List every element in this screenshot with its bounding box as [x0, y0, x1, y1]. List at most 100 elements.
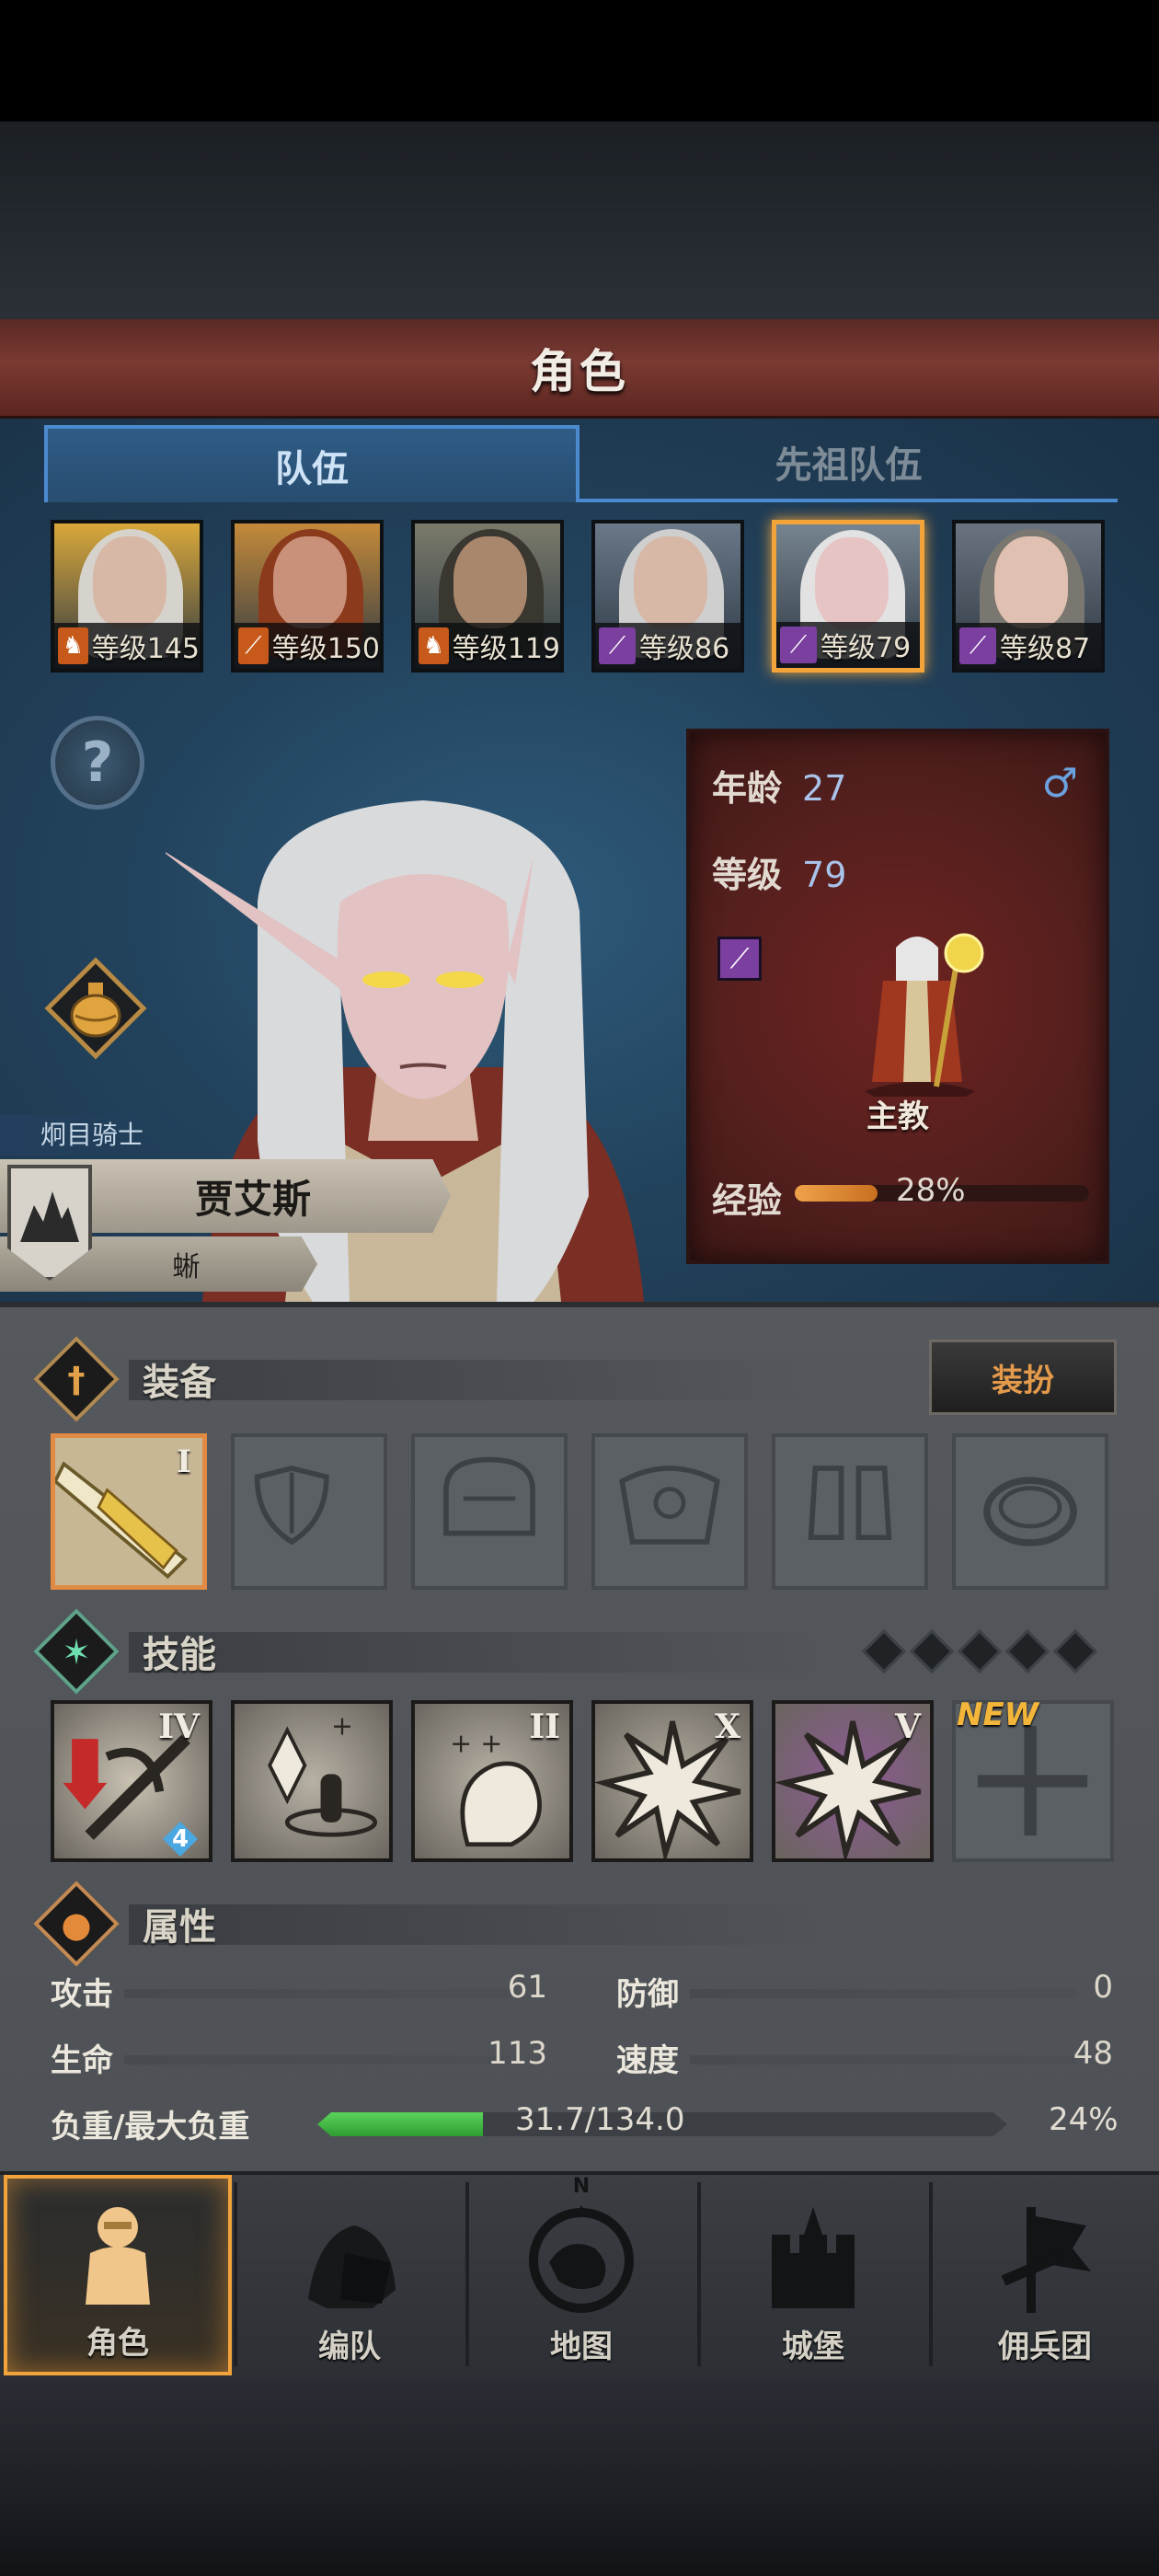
- portrait-level-strip: ♞ 等级119: [415, 623, 560, 669]
- portrait-level-strip: ⟋ 等级87: [956, 623, 1101, 669]
- armor-slot[interactable]: [591, 1433, 748, 1590]
- dagger-icon: †: [67, 1360, 86, 1400]
- roster-portrait[interactable]: ⟋ 等级150: [231, 520, 384, 673]
- portrait-level: 等级119: [452, 633, 560, 665]
- equipment-title: 装备: [143, 1362, 216, 1404]
- skill-slot[interactable]: IV 4: [51, 1700, 212, 1862]
- roster-portrait[interactable]: ♞ 等级145: [51, 520, 203, 673]
- slot-tier: I: [177, 1443, 191, 1480]
- speed-value: 48: [1073, 2035, 1113, 2072]
- skill-gem-icon: [1052, 1628, 1098, 1674]
- skill-slot[interactable]: +: [231, 1700, 393, 1862]
- nav-divider: [234, 2182, 237, 2366]
- portrait-level-strip: ♞ 等级145: [54, 623, 200, 669]
- info-card: 年龄 27 ♂ 等级 79 ⟋ 主教 经验 28%: [686, 729, 1109, 1264]
- nav-divider: [697, 2182, 701, 2366]
- new-badge: NEW: [957, 1696, 1039, 1733]
- dress-button[interactable]: 装扮: [929, 1340, 1117, 1415]
- castle-icon: [772, 2207, 855, 2308]
- roster-portrait[interactable]: ⟋ 等级79: [772, 520, 924, 673]
- nav-banner[interactable]: 佣兵团: [931, 2175, 1159, 2375]
- page-title: 角色: [530, 344, 629, 398]
- nav-divider: [929, 2182, 933, 2366]
- xp-label: 经验: [712, 1180, 783, 1221]
- male-gender-icon: ♂: [1041, 760, 1078, 807]
- staff-class-icon: ⟋: [717, 937, 762, 981]
- title-bar: 角色: [0, 319, 1159, 419]
- attack-value: 61: [507, 1969, 547, 2006]
- tab-ancestor-team[interactable]: 先祖队伍: [580, 425, 1118, 502]
- portrait-face: [93, 536, 166, 628]
- armor-icon: [619, 1466, 720, 1545]
- boots-icon: [808, 1466, 892, 1541]
- staff-icon: ⟋: [599, 627, 636, 664]
- nav-label: 地图: [550, 2329, 613, 2365]
- tab-team-label: 队伍: [275, 448, 349, 490]
- compass-north-label: N: [572, 2175, 591, 2198]
- nav-castle[interactable]: 城堡: [699, 2175, 927, 2375]
- staff-icon: ⟋: [959, 627, 996, 664]
- weight-row: 负重/最大负重: [51, 2101, 308, 2145]
- nav-label: 角色: [86, 2325, 149, 2362]
- potion-button[interactable]: [44, 957, 147, 1060]
- portrait-level: 等级87: [1000, 633, 1091, 665]
- job-label: 主教: [866, 1098, 929, 1135]
- portrait-level: 等级86: [639, 633, 730, 665]
- help-button[interactable]: ?: [51, 716, 144, 810]
- age-value: 27: [802, 768, 847, 809]
- level-label: 等级: [712, 855, 783, 895]
- boots-slot[interactable]: [772, 1433, 928, 1590]
- roster-row: ♞ 等级145 ⟋ 等级150 ♞ 等级119 ⟋ 等级86 ⟋ 等级79 ⟋ 等级87: [51, 520, 1108, 674]
- skill-tier: IV: [158, 1708, 200, 1746]
- shield-slot[interactable]: [231, 1433, 387, 1590]
- skill-slot[interactable]: V: [772, 1700, 934, 1862]
- nav-helmet-shield[interactable]: 编队: [235, 2175, 464, 2375]
- weapon-slot[interactable]: I: [51, 1433, 207, 1590]
- helmet-icon: [443, 1456, 535, 1536]
- defense-label: 防御: [616, 1976, 679, 2013]
- speed-label: 速度: [616, 2042, 679, 2079]
- roster-portrait[interactable]: ⟋ 等级87: [952, 520, 1105, 673]
- question-icon: ?: [81, 730, 114, 795]
- tab-team[interactable]: 队伍: [44, 425, 580, 502]
- skill-gem-icon: [957, 1628, 1003, 1674]
- person-icon: ●: [61, 1904, 92, 1945]
- age-row: 年龄 27: [712, 760, 846, 811]
- attributes-title: 属性: [143, 1906, 216, 1949]
- roster-portrait[interactable]: ♞ 等级119: [411, 520, 564, 673]
- attack-row: 攻击 61: [51, 1969, 547, 2013]
- portrait-face: [634, 536, 707, 628]
- skills-title: 技能: [143, 1634, 216, 1676]
- ring-slot[interactable]: [952, 1433, 1108, 1590]
- rank-label: 炯目骑士: [0, 1115, 212, 1156]
- top-stone-frame: [0, 121, 1159, 319]
- nav-label: 城堡: [782, 2329, 844, 2365]
- svg-text:+ +: + +: [450, 1728, 502, 1759]
- skill-slot[interactable]: X: [591, 1700, 753, 1862]
- xp-bar-fill: [795, 1185, 878, 1202]
- star-icon: ✶: [62, 1632, 91, 1673]
- hp-label: 生命: [51, 2042, 113, 2079]
- skill-slot[interactable]: + + II: [411, 1700, 573, 1862]
- knight-icon: [86, 2207, 150, 2305]
- roster-portrait[interactable]: ⟋ 等级86: [591, 520, 744, 673]
- skill-tier: V: [895, 1708, 921, 1746]
- potion-icon: [44, 957, 147, 1060]
- portrait-level-strip: ⟋ 等级86: [595, 623, 740, 669]
- helmet-slot[interactable]: [411, 1433, 568, 1590]
- nav-knight[interactable]: 角色: [4, 2175, 232, 2375]
- nav-compass[interactable]: N 地图: [467, 2175, 695, 2375]
- portrait-level: 等级145: [91, 633, 200, 665]
- skill-tier: X: [715, 1708, 740, 1746]
- nav-divider: [465, 2182, 469, 2366]
- xp-percent: 28%: [896, 1172, 966, 1209]
- age-label: 年龄: [712, 768, 783, 809]
- portrait-face: [994, 536, 1068, 628]
- hp-value: 113: [488, 2035, 547, 2072]
- weight-label: 负重/最大负重: [51, 2109, 250, 2145]
- svg-text:+: +: [331, 1709, 353, 1741]
- defense-value: 0: [1093, 1969, 1113, 2006]
- portrait-level-strip: ⟋ 等级150: [235, 623, 380, 669]
- nav-label: 佣兵团: [998, 2329, 1092, 2365]
- portrait-level: 等级150: [271, 633, 380, 665]
